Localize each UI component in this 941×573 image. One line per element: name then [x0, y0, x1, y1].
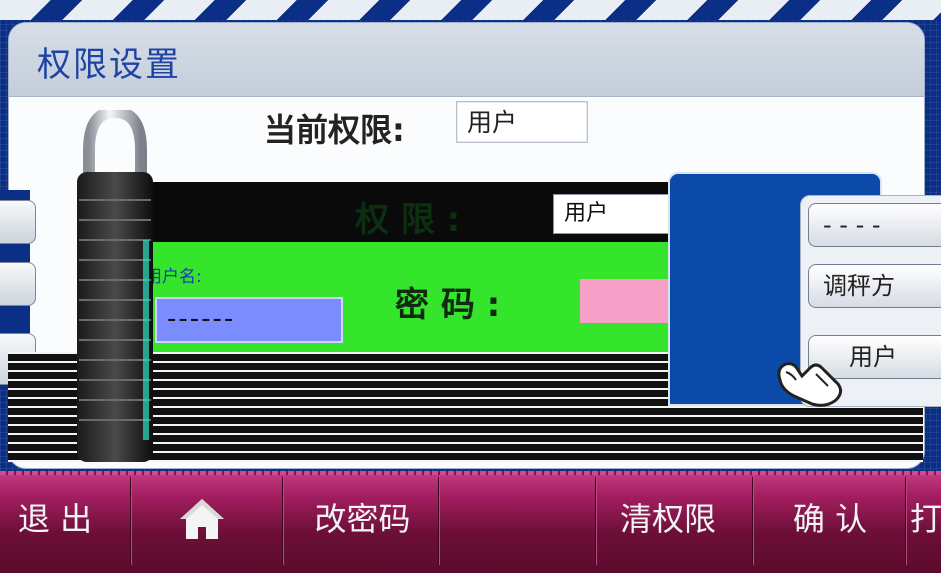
left-stub-button-1[interactable]: [0, 200, 36, 244]
padlock-icon: [77, 110, 153, 462]
right-menu-item-adjust[interactable]: 调秤方: [808, 264, 941, 308]
role-select-value: 用户: [564, 201, 609, 226]
role-label: 权 限 :: [355, 200, 461, 240]
right-menu-item-blank[interactable]: - - - -: [808, 203, 941, 247]
password-label: 密 码 :: [395, 285, 501, 325]
hand-pointer-icon: [777, 362, 843, 407]
bottom-toolbar: 退 出 改密码 清权限 确 认 打: [0, 471, 941, 573]
home-icon[interactable]: [178, 497, 226, 541]
clear-permission-button[interactable]: 清权限: [598, 489, 738, 549]
current-permission-label: 当前权限:: [264, 111, 405, 149]
dialog-title: 权限设置: [37, 45, 181, 85]
confirm-button[interactable]: 确 认: [760, 489, 900, 549]
current-permission-value: 用户: [456, 101, 588, 143]
change-password-button[interactable]: 改密码: [290, 489, 435, 549]
partial-toolbar-button[interactable]: 打: [910, 489, 941, 549]
toolbar-divider: [438, 477, 439, 565]
top-decor-stripes: [0, 0, 941, 20]
exit-button[interactable]: 退 出: [0, 489, 110, 549]
left-stub-button-2[interactable]: [0, 262, 36, 306]
username-field[interactable]: ------: [155, 297, 343, 343]
toolbar-divider: [905, 477, 906, 565]
toolbar-divider: [595, 477, 596, 565]
toolbar-divider: [130, 477, 131, 565]
toolbar-divider: [752, 477, 753, 565]
toolbar-divider: [282, 477, 283, 565]
